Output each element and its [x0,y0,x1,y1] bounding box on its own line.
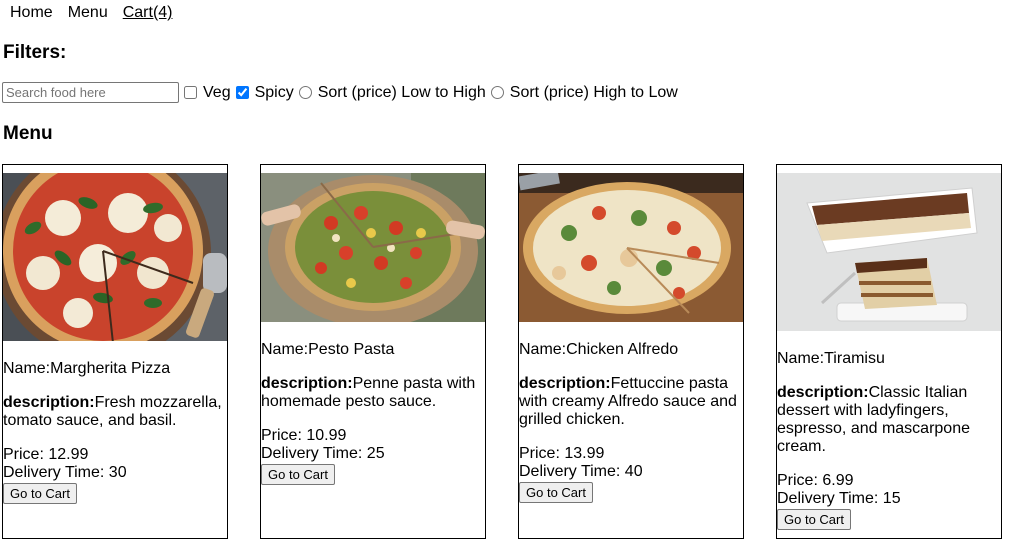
nav-home[interactable]: Home [10,4,53,22]
description-label: description: [777,384,869,401]
menu-card: Name:Pesto Pasta description:Penne pasta… [260,164,486,539]
item-price: Price: 10.99 [261,427,347,444]
tiramisu-image [777,173,1001,331]
veg-label[interactable]: Veg [203,84,231,102]
item-description: description:Fresh mozzarella, tomato sau… [3,394,227,430]
chicken-pizza-image [519,173,743,322]
description-label: description: [3,394,95,411]
item-description: description:Classic Italian dessert with… [777,384,1001,456]
item-name: Name:Pesto Pasta [261,341,395,358]
description-label: description: [261,375,353,392]
item-price: Price: 13.99 [519,445,605,462]
nav-menu[interactable]: Menu [68,4,108,22]
item-price: Price: 6.99 [777,472,854,489]
sort-low-label[interactable]: Sort (price) Low to High [318,84,486,102]
go-to-cart-button[interactable]: Go to Cart [777,509,851,530]
card-body: Name:Tiramisu description:Classic Italia… [777,350,1001,530]
sort-high-label[interactable]: Sort (price) High to Low [510,84,678,102]
top-nav: Home Menu Cart(4) [10,4,188,22]
menu-card: Name:Tiramisu description:Classic Italia… [776,164,1002,539]
spicy-label[interactable]: Spicy [255,84,294,102]
item-name: Name:Margherita Pizza [3,360,171,377]
item-delivery-time: Delivery Time: 40 [519,463,643,480]
filters-bar: Veg Spicy Sort (price) Low to High Sort … [2,82,678,103]
veg-checkbox[interactable] [184,86,197,99]
item-price: Price: 12.99 [3,446,89,463]
go-to-cart-button[interactable]: Go to Cart [261,464,335,485]
menu-card: Name:Chicken Alfredo description:Fettucc… [518,164,744,539]
filters-heading: Filters: [3,42,67,63]
item-delivery-time: Delivery Time: 15 [777,490,901,507]
item-description: description:Penne pasta with homemade pe… [261,375,485,411]
menu-heading: Menu [3,123,53,144]
card-body: Name:Pesto Pasta description:Penne pasta… [261,341,485,485]
margherita-pizza-image [3,173,227,341]
item-description: description:Fettuccine pasta with creamy… [519,375,743,429]
item-delivery-time: Delivery Time: 25 [261,445,385,462]
nav-cart-link[interactable]: Cart(4) [123,4,173,22]
item-delivery-time: Delivery Time: 30 [3,464,127,481]
description-label: description: [519,375,611,392]
pesto-pizza-image [261,173,485,322]
item-name: Name:Chicken Alfredo [519,341,679,358]
card-body: Name:Chicken Alfredo description:Fettucc… [519,341,743,503]
search-input[interactable] [2,82,179,103]
go-to-cart-button[interactable]: Go to Cart [519,482,593,503]
go-to-cart-button[interactable]: Go to Cart [3,483,77,504]
sort-low-radio[interactable] [298,86,312,99]
card-body: Name:Margherita Pizza description:Fresh … [3,360,227,504]
menu-card: Name:Margherita Pizza description:Fresh … [2,164,228,539]
item-name: Name:Tiramisu [777,350,885,367]
sort-high-radio[interactable] [490,86,504,99]
spicy-checkbox[interactable] [235,86,249,99]
